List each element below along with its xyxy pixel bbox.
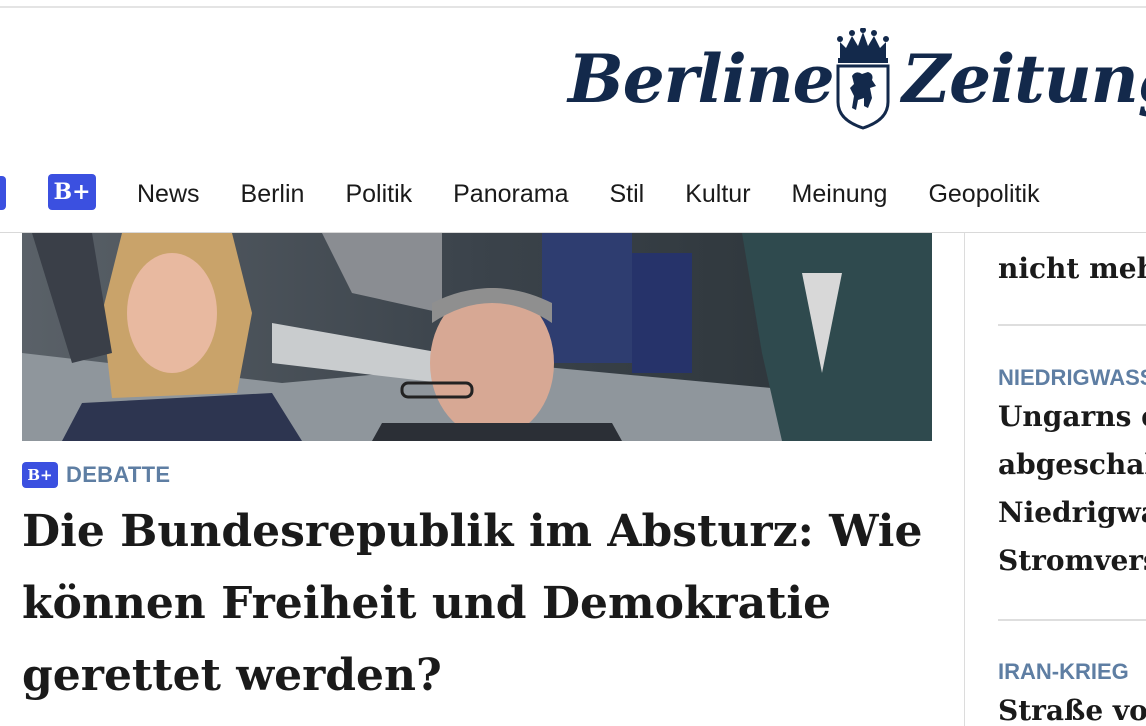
article-kicker: B+ DEBATTE — [22, 460, 170, 490]
logo-word-berliner: Berliner — [568, 40, 868, 118]
sidebar-item-2-kicker[interactable]: NIEDRIGWASS — [998, 365, 1146, 391]
column-divider — [964, 233, 965, 726]
sidebar-item-2-line: abgeschalt — [998, 448, 1146, 481]
sidebar-teasers: nicht meh NIEDRIGWASS Ungarns e abgescha… — [998, 233, 1146, 726]
sidebar-item-2-headline[interactable]: Ungarns e abgeschalt Niedrigwa Stromvers — [998, 393, 1146, 585]
sidebar-item-3-kicker[interactable]: IRAN-KRIEG — [998, 659, 1129, 685]
article-headline[interactable]: Die Bundesrepublik im Absturz: Wie könne… — [22, 496, 942, 712]
main-navigation: B+ News Berlin Politik Panorama Stil Kul… — [0, 156, 1146, 233]
sidebar-divider — [998, 324, 1146, 326]
sidebar-item-2-line: Niedrigwa — [998, 496, 1146, 529]
berliner-zeitung-logo[interactable]: Berliner Zeitung — [568, 28, 1146, 132]
logo-word-zeitung: Zeitung — [902, 40, 1146, 118]
top-border — [0, 6, 1146, 8]
sidebar-item-1-headline[interactable]: nicht meh — [998, 245, 1146, 293]
bear-crest-icon — [836, 28, 890, 130]
sidebar-item-2-line: Ungarns e — [998, 400, 1146, 433]
nav-items: News Berlin Politik Panorama Stil Kultur… — [137, 156, 1081, 232]
nav-item-panorama[interactable]: Panorama — [453, 180, 568, 209]
nav-item-news[interactable]: News — [137, 180, 200, 209]
nav-item-politik[interactable]: Politik — [345, 180, 412, 209]
hero-photo — [22, 233, 932, 441]
nav-prev-item-edge[interactable] — [0, 176, 6, 210]
nav-item-kultur[interactable]: Kultur — [685, 180, 750, 209]
nav-item-berlin[interactable]: Berlin — [241, 180, 305, 209]
sidebar-divider — [998, 619, 1146, 621]
sidebar-item-2-line: Stromvers — [998, 544, 1146, 577]
nav-item-stil[interactable]: Stil — [609, 180, 644, 209]
bplus-nav-button[interactable]: B+ — [48, 174, 96, 210]
bplus-badge: B+ — [22, 462, 58, 488]
article-hero-image[interactable] — [22, 233, 932, 441]
article-category[interactable]: DEBATTE — [66, 462, 170, 488]
nav-item-meinung[interactable]: Meinung — [792, 180, 888, 209]
nav-item-geopolitik[interactable]: Geopolitik — [928, 180, 1039, 209]
sidebar-item-3-headline[interactable]: Straße vor — [998, 687, 1146, 726]
